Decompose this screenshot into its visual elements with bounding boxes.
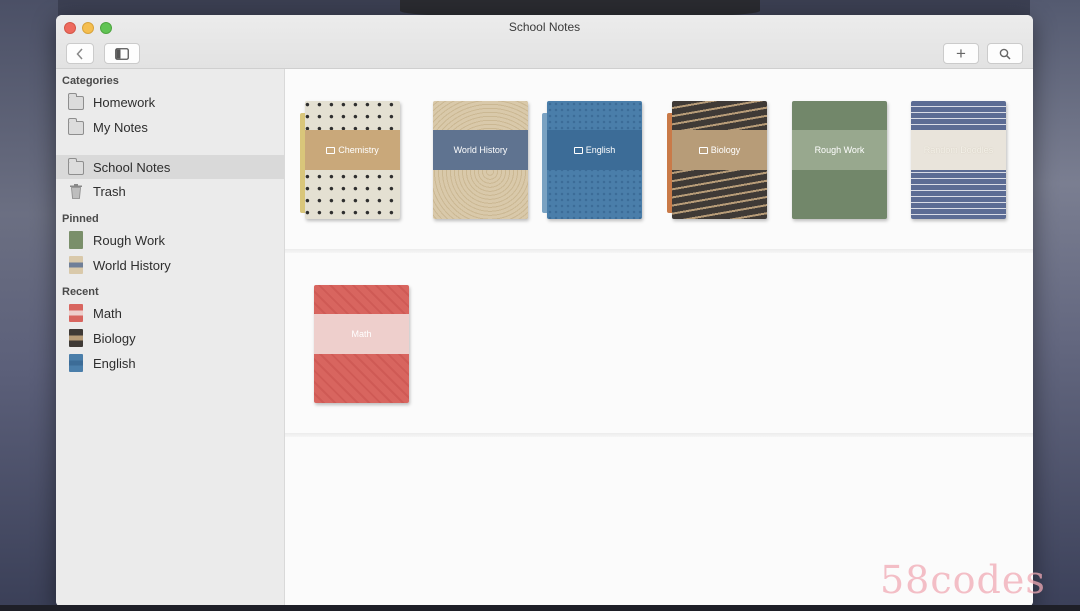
desktop-wallpaper-left — [0, 0, 58, 611]
notebook-title: Chemistry — [338, 145, 379, 155]
app-window: School Notes + Categories Homework My No… — [56, 15, 1033, 607]
sidebar-item-label: Math — [93, 305, 122, 321]
sidebar-toggle-icon — [115, 47, 129, 60]
notebook-label-band: World History — [433, 130, 528, 170]
section-header-recent: Recent — [62, 286, 99, 298]
sidebar: Categories Homework My Notes School Note… — [56, 69, 285, 607]
notebook-title: Biology — [710, 145, 741, 155]
section-header-categories: Categories — [62, 75, 119, 87]
sidebar-item-label: Biology — [93, 330, 136, 346]
notebook-icon — [69, 354, 83, 372]
notebook-label-band: Math — [314, 314, 409, 354]
notebook-title: Rough Work — [814, 145, 865, 155]
sidebar-item-homework[interactable]: Homework — [56, 90, 284, 114]
folder-icon — [68, 158, 84, 175]
notebook-rough-work[interactable]: Rough Work — [792, 101, 887, 219]
notebook-title: World History — [453, 145, 508, 155]
shelf-divider — [285, 249, 1033, 253]
notebook-label-band: Biology — [672, 130, 767, 170]
notebook-icon — [69, 256, 83, 274]
notebook-label-band: English — [547, 130, 642, 170]
folder-icon — [698, 146, 708, 154]
sidebar-item-school-notes[interactable]: School Notes — [56, 155, 284, 179]
folder-icon — [326, 146, 336, 154]
desktop-wallpaper-right — [1030, 0, 1080, 611]
toggle-sidebar-button[interactable] — [104, 43, 140, 64]
notebook-title: Random Doodles — [923, 145, 994, 155]
search-button[interactable] — [987, 43, 1023, 64]
sidebar-item-label: Rough Work — [93, 232, 166, 248]
folder-icon — [68, 93, 84, 110]
section-header-pinned: Pinned — [62, 213, 99, 225]
back-button[interactable] — [66, 43, 94, 64]
sidebar-item-label: Trash — [93, 183, 126, 199]
notebook-title: English — [585, 145, 616, 155]
sidebar-item-english[interactable]: English — [56, 351, 284, 375]
chevron-left-icon — [76, 47, 83, 60]
notebook-icon — [69, 231, 83, 249]
sidebar-item-my-notes[interactable]: My Notes — [56, 115, 284, 139]
sidebar-item-label: School Notes — [93, 159, 171, 175]
sidebar-item-world-history[interactable]: World History — [56, 253, 284, 277]
add-notebook-button[interactable]: + — [943, 43, 979, 64]
sidebar-item-label: Homework — [93, 94, 156, 110]
notebook-biology[interactable]: Biology — [667, 101, 767, 219]
trash-icon — [70, 184, 82, 199]
sidebar-item-label: World History — [93, 257, 171, 273]
notebook-grid: Chemistry World History English Biology — [285, 69, 1033, 607]
notebook-world-history[interactable]: World History — [433, 101, 528, 219]
sidebar-item-label: My Notes — [93, 119, 148, 135]
notebook-chemistry[interactable]: Chemistry — [300, 101, 400, 219]
sidebar-item-trash[interactable]: Trash — [56, 179, 284, 203]
notebook-english[interactable]: English — [542, 101, 642, 219]
window-title: School Notes — [508, 20, 581, 34]
search-icon — [999, 48, 1011, 60]
sidebar-item-rough-work[interactable]: Rough Work — [56, 228, 284, 252]
notebook-label-band: Rough Work — [792, 130, 887, 170]
sidebar-item-label: English — [93, 355, 136, 371]
notebook-label-band: Random Doodles — [911, 130, 1006, 170]
notebook-icon — [69, 329, 83, 347]
notebook-title: Math — [351, 329, 372, 339]
titlebar: School Notes + — [56, 15, 1033, 69]
plus-icon: + — [956, 43, 966, 63]
folder-icon — [68, 118, 84, 135]
notebook-math[interactable]: Math — [314, 285, 409, 403]
notebook-icon — [69, 304, 83, 322]
notebook-random-doodles[interactable]: Random Doodles — [911, 101, 1006, 219]
notebook-label-band: Chemistry — [305, 130, 400, 170]
sidebar-item-biology[interactable]: Biology — [56, 326, 284, 350]
sidebar-item-math[interactable]: Math — [56, 301, 284, 325]
folder-icon — [573, 146, 583, 154]
shelf-divider — [285, 433, 1033, 437]
watermark-text: 58codes — [880, 558, 1046, 602]
desktop-bottom-edge — [0, 605, 1080, 611]
